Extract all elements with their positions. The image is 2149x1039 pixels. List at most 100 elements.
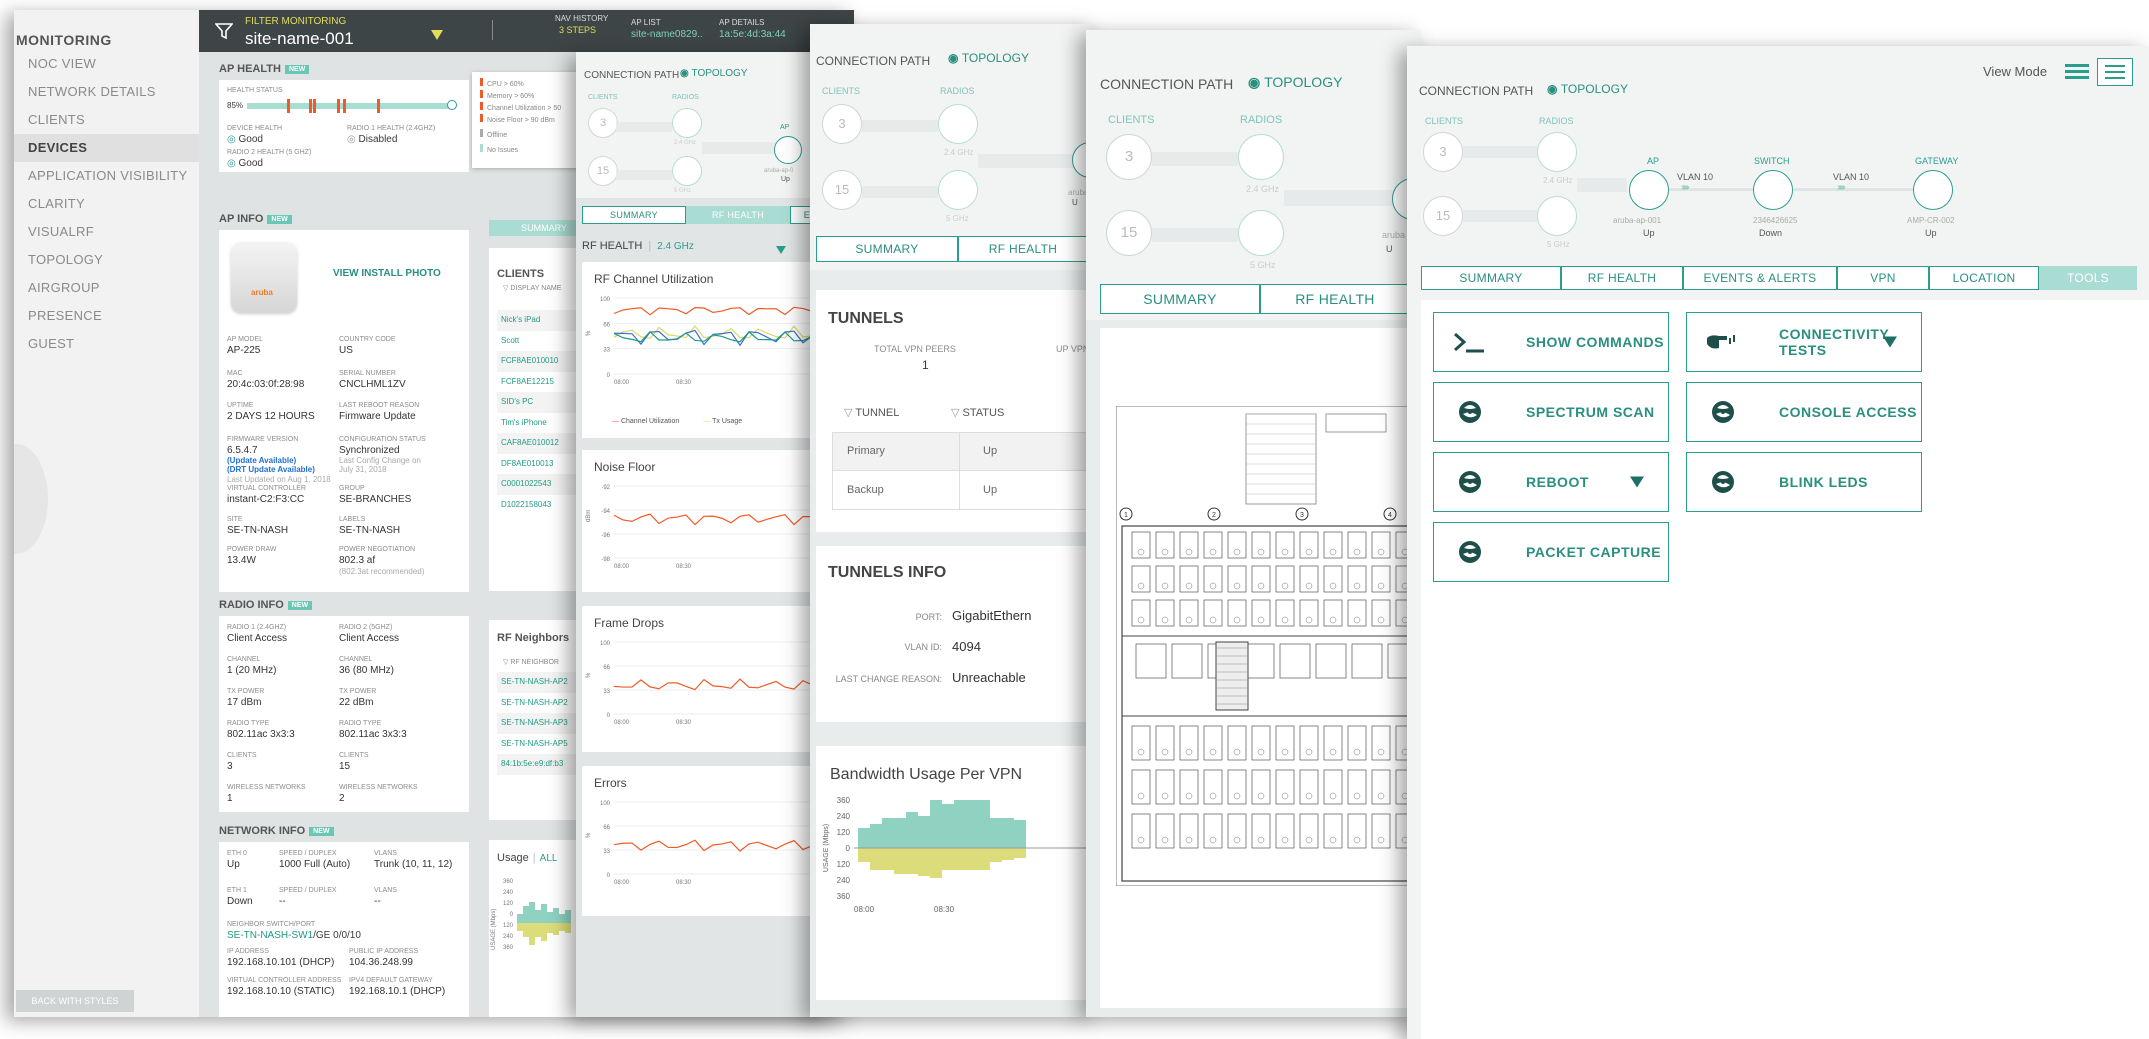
sidebar-item-guest[interactable]: GUEST [14, 330, 199, 358]
client-count-24[interactable]: 3 [822, 104, 862, 144]
clients-caption: CLIENTS [1425, 116, 1464, 126]
sidebar-item-clarity[interactable]: CLARITY [14, 190, 199, 218]
desk [1155, 565, 1175, 593]
clients-column-header[interactable]: ▽ DISPLAY NAME [503, 284, 563, 292]
usage-all-link[interactable]: ALL [540, 853, 558, 864]
sidebar-item-noc-view[interactable]: NOC VIEW [14, 50, 199, 78]
tick-label: 08:30 [934, 905, 955, 914]
sidebar-item-airgroup[interactable]: AIRGROUP [14, 274, 199, 302]
console-access-button[interactable]: CONSOLE ACCESS [1686, 382, 1922, 442]
tunnel-name: Primary [847, 445, 885, 457]
tab-rf-health[interactable]: RF HEALTH [686, 206, 790, 224]
topology-link[interactable]: ◉ TOPOLOGY [1248, 74, 1342, 91]
client-count-5[interactable]: 15 [1106, 210, 1152, 256]
tab-location[interactable]: LOCATION [1929, 266, 2039, 290]
detail-view-icon[interactable] [2097, 58, 2133, 86]
ap-details-link[interactable]: 1a:5e:4d:3a:44 [719, 29, 786, 40]
neighbor-switch-link[interactable]: SE-TN-NASH-SW1 [227, 930, 313, 941]
rf-neighbors-column-header[interactable]: ▽ RF NEIGHBOR [503, 658, 559, 666]
spectrum-scan-button[interactable]: SPECTRUM SCAN [1433, 382, 1669, 442]
topology-link[interactable]: ◉ TOPOLOGY [1547, 82, 1628, 96]
table-row[interactable]: Backup Up [833, 472, 1095, 510]
usage-bar-up [565, 910, 571, 923]
floorplan-map[interactable]: 1 2 3 4 [1116, 406, 1421, 886]
radio-24-icon[interactable] [672, 108, 702, 138]
client-count-24[interactable]: 3 [1106, 134, 1152, 180]
view-install-photo-link[interactable]: VIEW INSTALL PHOTO [333, 268, 441, 279]
tunnels-info-card: TUNNELS INFO PORT: GigabitEthern VLAN ID… [816, 546, 1095, 722]
radio-24-icon[interactable] [1537, 132, 1577, 172]
collapse-handle[interactable] [14, 444, 48, 554]
tunnel-column-header[interactable]: ▽ TUNNEL [844, 406, 899, 419]
band-5-label: 5 GHz [1250, 260, 1276, 270]
radio-5-icon[interactable] [1537, 196, 1577, 236]
list-view-icon[interactable] [2065, 64, 2089, 80]
filter-icon[interactable]: ▽ [844, 407, 855, 419]
client-count-5[interactable]: 15 [822, 170, 862, 210]
tick-label: -98 [601, 557, 610, 563]
chevron-down-icon[interactable] [1883, 336, 1897, 348]
chevron-down-icon[interactable] [1630, 476, 1644, 488]
legend-table [1245, 413, 1317, 505]
chevron-down-icon[interactable] [431, 30, 443, 40]
tab-rf-health[interactable]: RF HEALTH [1561, 266, 1683, 290]
switch-node-icon[interactable] [1753, 170, 1793, 210]
topology-link[interactable]: ◉ TOPOLOGY [680, 68, 747, 79]
client-count-5[interactable]: 15 [588, 156, 618, 186]
ap-list-link[interactable]: site-name0829.. [631, 29, 703, 40]
connectivity-tests-button[interactable]: CONNECTIVITY TESTS [1686, 312, 1922, 372]
filter-icon[interactable] [215, 22, 233, 40]
ap-node-icon[interactable] [1629, 170, 1669, 210]
blink-leds-button[interactable]: BLINK LEDs [1686, 452, 1922, 512]
back-button[interactable]: BACK WITH STYLES [16, 990, 134, 1012]
field-value: 17 dBm [227, 697, 262, 708]
client-count-5[interactable]: 15 [1423, 196, 1463, 236]
tab-summary[interactable]: SUMMARY [816, 236, 958, 262]
site-name[interactable]: site-name-001 [245, 29, 354, 49]
tab-vpn[interactable]: VPN [1837, 266, 1929, 290]
update-available-link[interactable]: (Update Available) [227, 456, 296, 465]
tab-summary[interactable]: SUMMARY [1100, 284, 1260, 314]
show-commands-button[interactable]: SHOW COMMANDS [1433, 312, 1669, 372]
ap-node-icon[interactable] [774, 136, 802, 164]
radio-5-icon[interactable] [672, 156, 702, 186]
tab-rf-health[interactable]: RF HEALTH [958, 236, 1088, 262]
gateway-node-icon[interactable] [1913, 170, 1953, 210]
client-count-24[interactable]: 3 [1423, 132, 1463, 172]
table-row[interactable]: Primary Up [833, 433, 1095, 471]
tab-summary[interactable]: SUMMARY [582, 206, 686, 224]
sidebar-item-devices[interactable]: DEVICES [14, 134, 199, 162]
radio-5-icon[interactable] [1238, 210, 1284, 256]
drt-update-link[interactable]: (DRT Update Available) [227, 465, 315, 474]
reboot-button[interactable]: REBOOT [1433, 452, 1669, 512]
tab-summary[interactable]: SUMMARY [1421, 266, 1561, 290]
band-select[interactable]: 2.4 GHz [657, 241, 694, 252]
radio-24-icon[interactable] [1238, 134, 1284, 180]
sidebar-item-clients[interactable]: CLIENTS [14, 106, 199, 134]
topology-link[interactable]: ◉ TOPOLOGY [948, 51, 1029, 65]
sidebar-item-presence[interactable]: PRESENCE [14, 302, 199, 330]
packet-capture-button[interactable]: PACKET CAPTURE [1433, 522, 1669, 582]
sidebar-item-topology[interactable]: TOPOLOGY [14, 246, 199, 274]
health-timeline[interactable] [247, 99, 457, 113]
desk [1371, 531, 1391, 559]
nav-history-value[interactable]: 3 STEPS [559, 25, 596, 35]
tab-tools[interactable]: TOOLS [2039, 266, 2137, 290]
sidebar-item-network-details[interactable]: NETWORK DETAILS [14, 78, 199, 106]
legend: — Channel Utilization — Tx Usage [612, 418, 742, 425]
radio-5-icon[interactable] [938, 170, 978, 210]
chevron-down-icon[interactable] [776, 246, 786, 254]
radio-info-title: RADIO INFO NEW [219, 599, 313, 611]
tab-rf-health[interactable]: RF HEALTH [1260, 284, 1410, 314]
client-count-24[interactable]: 3 [588, 108, 618, 138]
sidebar-item-application-visibility[interactable]: APPLICATION VISIBILITY [14, 162, 199, 190]
ap-status: Up [781, 176, 790, 183]
field-value: 802.11ac 3x3:3 [339, 729, 407, 740]
location-screen: CONNECTION PATH ◉ TOPOLOGY CLIENTS RADIO… [1086, 30, 1421, 1017]
status-column-header[interactable]: ▽ STATUS [951, 406, 1004, 419]
filter-icon[interactable]: ▽ [951, 407, 963, 419]
tab-events-alerts[interactable]: EVENTS & ALERTS [1683, 266, 1837, 290]
desk [1155, 599, 1175, 627]
radio-24-icon[interactable] [938, 104, 978, 144]
sidebar-item-visualrf[interactable]: VISUALRF [14, 218, 199, 246]
